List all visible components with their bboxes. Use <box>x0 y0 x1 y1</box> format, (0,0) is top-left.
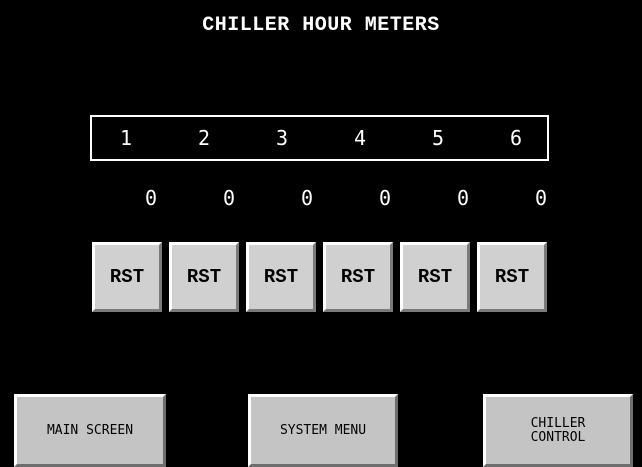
reset-chiller-1-button[interactable]: RST <box>92 242 162 312</box>
reset-chiller-3-label: RST <box>263 266 299 288</box>
main-screen-label: MAIN SCREEN <box>46 422 134 438</box>
reset-chiller-5-label: RST <box>417 266 453 288</box>
chiller-control-button[interactable]: CHILLER CONTROL <box>483 394 633 467</box>
main-screen-button[interactable]: MAIN SCREEN <box>14 394 166 467</box>
chiller-control-label: CHILLER CONTROL <box>530 415 586 445</box>
chiller-3-hours: 0 <box>300 186 313 210</box>
reset-chiller-2-label: RST <box>186 266 222 288</box>
chiller-5-hours: 0 <box>456 186 469 210</box>
chiller-4-hours: 0 <box>378 186 391 210</box>
reset-chiller-3-button[interactable]: RST <box>246 242 316 312</box>
reset-chiller-2-button[interactable]: RST <box>169 242 239 312</box>
chiller-4-number: 4 <box>353 126 367 150</box>
chiller-number-header-box <box>90 115 549 161</box>
system-menu-label: SYSTEM MENU <box>279 422 367 438</box>
chiller-6-number: 6 <box>509 126 523 150</box>
chiller-2-hours: 0 <box>222 186 235 210</box>
reset-chiller-5-button[interactable]: RST <box>400 242 470 312</box>
page-title: CHILLER HOUR METERS <box>202 14 440 37</box>
system-menu-button[interactable]: SYSTEM MENU <box>248 394 398 467</box>
reset-chiller-4-button[interactable]: RST <box>323 242 393 312</box>
reset-chiller-1-label: RST <box>109 266 145 288</box>
hmi-screen: CHILLER HOUR METERS 1 2 3 4 5 6 0 0 0 0 … <box>0 0 642 467</box>
reset-chiller-6-label: RST <box>494 266 530 288</box>
chiller-5-number: 5 <box>431 126 445 150</box>
chiller-1-number: 1 <box>119 126 133 150</box>
reset-chiller-4-label: RST <box>340 266 376 288</box>
chiller-1-hours: 0 <box>144 186 157 210</box>
chiller-6-hours: 0 <box>534 186 547 210</box>
chiller-2-number: 2 <box>197 126 211 150</box>
chiller-3-number: 3 <box>275 126 289 150</box>
reset-chiller-6-button[interactable]: RST <box>477 242 547 312</box>
